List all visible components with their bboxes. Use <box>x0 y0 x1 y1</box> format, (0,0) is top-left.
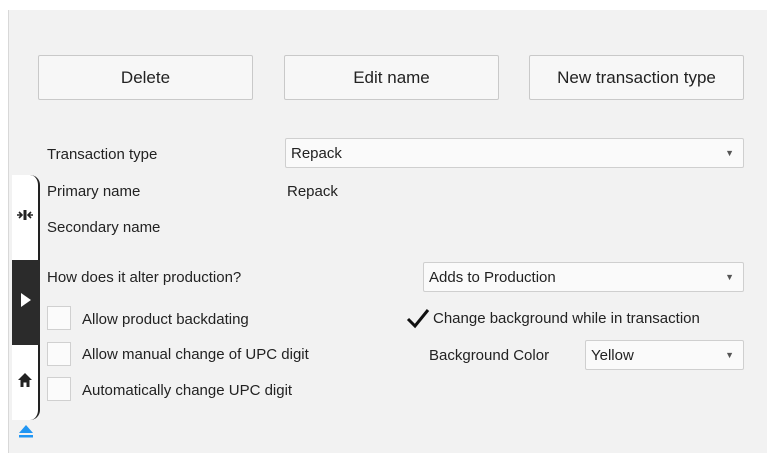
allow-manual-upc-label: Allow manual change of UPC digit <box>82 346 309 363</box>
change-background-label: Change background while in transaction <box>433 310 700 327</box>
allow-backdating-label: Allow product backdating <box>82 311 249 328</box>
eject-icon <box>18 424 34 443</box>
chevron-down-icon: ▼ <box>725 148 734 158</box>
secondary-name-label: Secondary name <box>47 219 161 236</box>
play-arrow-icon <box>20 292 32 313</box>
chevron-down-icon: ▼ <box>725 272 734 282</box>
new-transaction-type-button[interactable]: New transaction type <box>529 55 744 100</box>
side-tab-home[interactable] <box>12 345 40 420</box>
background-color-select[interactable]: Yellow ▼ <box>585 340 744 370</box>
background-color-value: Yellow <box>591 346 634 364</box>
side-tab-compress[interactable] <box>12 175 40 260</box>
home-icon <box>17 372 33 393</box>
allow-manual-upc-checkbox[interactable] <box>47 342 71 366</box>
side-tab-bar <box>12 175 40 437</box>
auto-change-upc-checkbox[interactable] <box>47 377 71 401</box>
chevron-down-icon: ▼ <box>725 350 734 360</box>
auto-change-upc-label: Automatically change UPC digit <box>82 382 293 399</box>
edit-name-button[interactable]: Edit name <box>284 55 499 100</box>
allow-backdating-checkbox[interactable] <box>47 306 71 330</box>
primary-name-label: Primary name <box>47 183 141 200</box>
alter-production-label: How does it alter production? <box>47 269 242 286</box>
compress-icon <box>16 208 34 227</box>
delete-button[interactable]: Delete <box>38 55 253 100</box>
alter-production-value: Adds to Production <box>429 268 556 286</box>
checkmark-icon[interactable] <box>406 307 430 333</box>
side-tab-play[interactable] <box>12 260 40 345</box>
primary-name-value: Repack <box>287 183 338 200</box>
transaction-type-value: Repack <box>291 144 342 162</box>
side-tab-eject[interactable] <box>12 422 40 444</box>
transaction-type-select[interactable]: Repack ▼ <box>285 138 744 168</box>
background-color-label: Background Color <box>429 347 550 364</box>
transaction-type-label: Transaction type <box>47 146 158 163</box>
alter-production-select[interactable]: Adds to Production ▼ <box>423 262 744 292</box>
